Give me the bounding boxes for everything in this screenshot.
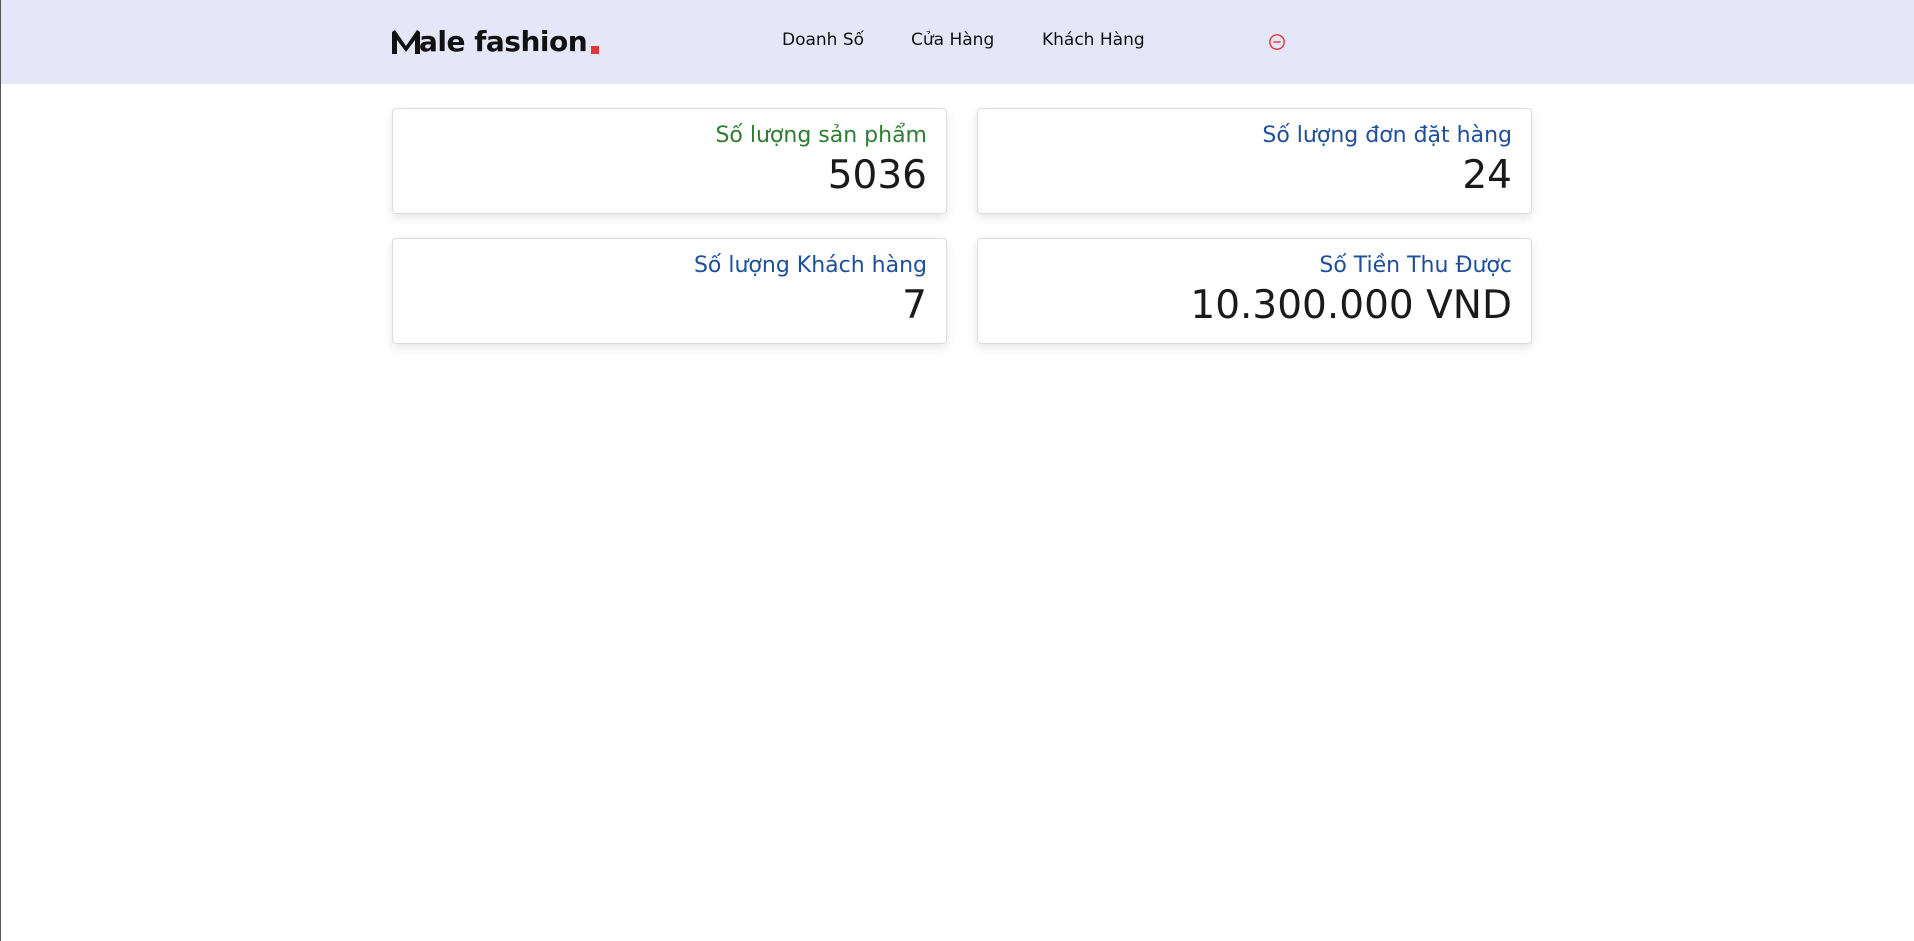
stat-card-revenue: Số Tiền Thu Được 10.300.000 VND (977, 238, 1532, 344)
stat-card-products: Số lượng sản phẩm 5036 (392, 108, 947, 214)
stat-value: 24 (1462, 153, 1512, 198)
stat-label: Số lượng đơn đặt hàng (1262, 123, 1512, 148)
brand-dot (591, 46, 600, 54)
brand-name: ale fashion (419, 25, 588, 58)
stat-value: 10.300.000 VND (1190, 283, 1512, 328)
stat-card-customers: Số lượng Khách hàng 7 (392, 238, 947, 344)
brand-m-icon (392, 30, 420, 54)
nav-customers[interactable]: Khách Hàng (1042, 28, 1145, 52)
nav-sales[interactable]: Doanh Số (782, 28, 864, 52)
stat-label: Số Tiền Thu Được (1319, 253, 1512, 278)
minus-circle-icon[interactable] (1268, 33, 1286, 51)
stat-card-orders: Số lượng đơn đặt hàng 24 (977, 108, 1532, 214)
nav-shop[interactable]: Cửa Hàng (911, 28, 994, 52)
stat-value: 5036 (827, 153, 927, 198)
stat-label: Số lượng Khách hàng (693, 253, 927, 278)
stat-value: 7 (902, 283, 927, 328)
stat-label: Số lượng sản phẩm (715, 123, 927, 148)
brand-logo[interactable]: ale fashion (391, 25, 600, 59)
top-navbar: ale fashion Doanh Số Cửa Hàng Khách Hàng (1, 0, 1914, 84)
